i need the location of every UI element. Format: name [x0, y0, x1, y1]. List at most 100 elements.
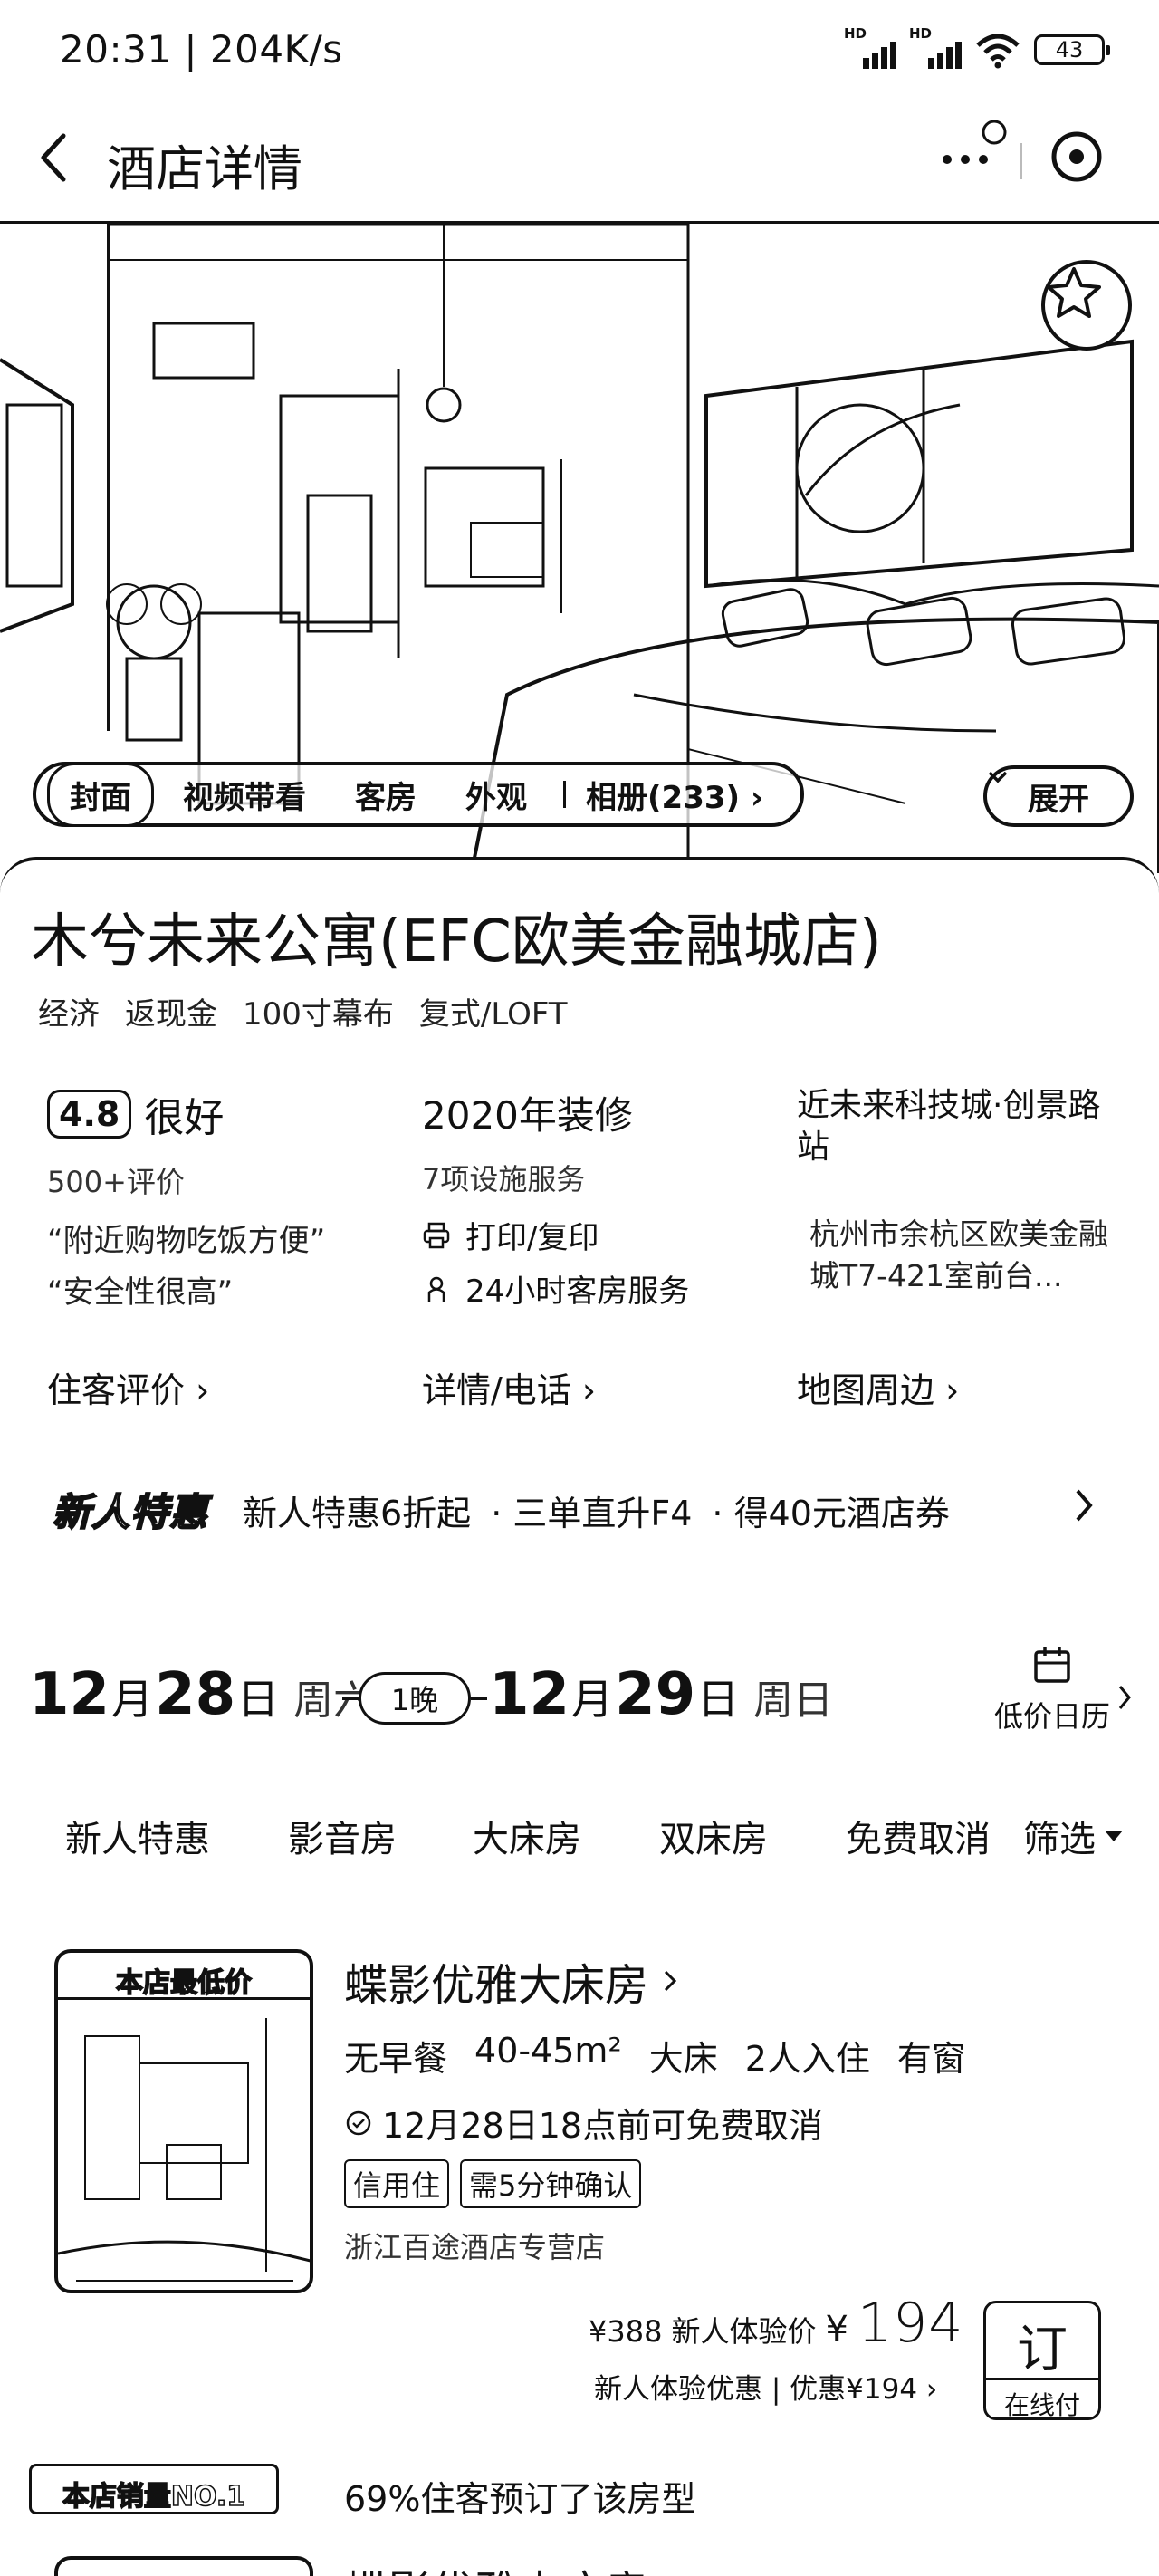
facility-item: 打印/复印: [422, 1213, 748, 1257]
rating-word: 很好: [144, 1095, 225, 1141]
battery-icon: 43: [1034, 34, 1110, 65]
tag: 经济: [38, 996, 100, 1033]
checkout-day: 29: [615, 1661, 696, 1728]
reviews-column[interactable]: 4.8 很好 500+评价 “附近购物吃饭方便” “安全性很高”: [47, 1085, 373, 1312]
pay-online-label: 在线付: [986, 2378, 1098, 2417]
booking-share-text: 69%住客预订了该房型: [344, 2479, 696, 2519]
promo-items: 新人特惠6折起 · 三单直升F4 · 得40元酒店券: [243, 1485, 950, 1535]
filter-free-cancel[interactable]: 免费取消: [846, 1810, 991, 1862]
nights-badge: 1晚: [359, 1672, 471, 1725]
details-phone-link[interactable]: 详情/电话 ›: [422, 1362, 596, 1412]
nights-line: [471, 1697, 487, 1700]
facility-count: 7项设施服务: [422, 1162, 586, 1197]
checkin-day: 28: [155, 1661, 236, 1728]
gallery-tabs: 封面 视频带看 客房 外观 相册(233) ›: [33, 762, 804, 827]
room-spec: 无早餐: [344, 2039, 448, 2079]
room-chips: 信用住 需5分钟确认: [344, 2159, 642, 2208]
tab-exterior[interactable]: 外观: [445, 765, 547, 824]
status-bar: 20:31 | 204K/s HD HD 43: [0, 0, 1159, 109]
tab-album[interactable]: 相册(233) ›: [582, 765, 783, 824]
renovation-year: 2020年装修: [422, 1093, 633, 1138]
tag: 返现金: [125, 996, 217, 1033]
printer-icon: [423, 1222, 450, 1248]
currency-symbol: ¥: [825, 2309, 848, 2350]
room-photo-sketch: [58, 2018, 310, 2282]
date-selector[interactable]: 12 月 28 日 周六 1晚 12 月 29 日 周日 低价日历: [0, 1645, 1159, 1754]
page-title: 酒店详情: [107, 140, 302, 197]
low-price-calendar[interactable]: 低价日历: [980, 1645, 1125, 1735]
room-card[interactable]: 本店最低价 蝶影优雅大床房 无早餐 40-45m² 大床 2人入住 有窗 12月…: [0, 1949, 1159, 2420]
tab-cover[interactable]: 封面: [47, 762, 154, 827]
cancellation-text: 12月28日18点前可免费取消: [382, 2106, 824, 2146]
book-button[interactable]: 订 在线付: [983, 2301, 1101, 2420]
expand-gallery-button[interactable]: 展开: [983, 765, 1134, 827]
hd-label-2: HD: [909, 25, 933, 42]
promo-item: · 三单直升F4: [491, 1494, 693, 1533]
new-user-promo[interactable]: 新人特惠 新人特惠6折起 · 三单直升F4 · 得40元酒店券: [0, 1464, 1159, 1545]
room-spec: 40-45m²: [474, 2031, 622, 2071]
info-columns: 4.8 很好 500+评价 “附近购物吃饭方便” “安全性很高” 住客评价 › …: [0, 1085, 1159, 1429]
nav-divider: [1020, 143, 1022, 179]
price-label: 新人体验价: [671, 2314, 817, 2349]
filter-dropdown[interactable]: 筛选: [1023, 1810, 1123, 1862]
caret-down-icon: [1105, 1831, 1123, 1841]
calendar-icon: [1034, 1647, 1070, 1683]
room-filters: 新人特惠 影音房 大床房 双床房 免费取消 筛选: [0, 1793, 1159, 1866]
mini-program-close-icon[interactable]: [1049, 129, 1105, 185]
signal-icon: HD: [844, 25, 896, 69]
month-unit: 月: [571, 1675, 614, 1724]
promo-logo: 新人特惠: [52, 1489, 209, 1535]
day-unit: 日: [697, 1675, 740, 1724]
hotel-address: 杭州市余杭区欧美金融城T7-421室前台...: [809, 1216, 1108, 1293]
location-column[interactable]: 近未来科技城·创景路站 杭州市余杭区欧美金融城T7-421室前台...: [797, 1085, 1123, 1297]
nav-bar: 酒店详情: [0, 109, 1159, 217]
facility-label: 打印/复印: [465, 1220, 599, 1256]
filter-new-user[interactable]: 新人特惠: [65, 1810, 210, 1862]
room-image[interactable]: 本店最低价: [54, 1949, 313, 2293]
discount-note[interactable]: 新人体验优惠 | 优惠¥194 ›: [594, 2366, 937, 2407]
chevron-right-icon: [1118, 1686, 1131, 1709]
filter-king-bed[interactable]: 大床房: [473, 1810, 581, 1862]
price-row: ¥388 新人体验价 ¥ 194: [589, 2292, 963, 2355]
hotel-details: 木兮未来公寓(EFC欧美金融城店) 经济 返现金 100寸幕布 复式/LOFT …: [0, 857, 1159, 2576]
room-title-2[interactable]: 蝶影优雅大床房 ›: [344, 2556, 679, 2576]
filter-dropdown-label: 筛选: [1023, 1819, 1096, 1860]
facility-item: 24小时客房服务: [422, 1266, 748, 1311]
more-options-icon[interactable]: [938, 116, 1020, 179]
guest-reviews-link[interactable]: 住客评价 ›: [47, 1362, 209, 1412]
check-circle-icon: [346, 2110, 371, 2135]
best-seller-badge: 本店销量NO.1: [29, 2464, 279, 2514]
status-icons: HD HD 43: [844, 25, 1110, 69]
calendar-label: 低价日历: [993, 1699, 1110, 1734]
tab-rooms[interactable]: 客房: [335, 765, 436, 824]
checkout-date[interactable]: 12 月 29 日 周日: [489, 1661, 833, 1728]
hd-label: HD: [844, 25, 867, 42]
room-service-icon: [427, 1276, 445, 1302]
hotel-cover-image[interactable]: 封面 视频带看 客房 外观 相册(233) › 展开: [0, 221, 1159, 873]
room-image-2[interactable]: [54, 2556, 313, 2576]
ranking-row: 本店销量NO.1 69%住客预订了该房型: [0, 2464, 1159, 2527]
review-quote: “附近购物吃饭方便”: [47, 1223, 326, 1259]
favorite-button[interactable]: [1041, 260, 1132, 351]
map-nearby-link[interactable]: 地图周边 ›: [797, 1362, 959, 1412]
nearby-station: 近未来科技城·创景路站: [797, 1087, 1101, 1166]
checkin-month: 12: [29, 1661, 110, 1728]
tab-video-tour[interactable]: 视频带看: [163, 765, 326, 824]
review-count: 500+评价: [47, 1165, 185, 1199]
room-title-label: 蝶影优雅大床房: [344, 1960, 649, 2011]
checkin-date[interactable]: 12 月 28 日 周六: [29, 1661, 373, 1728]
gallery-divider: [563, 781, 566, 808]
filter-twin-bed[interactable]: 双床房: [659, 1810, 768, 1862]
month-unit: 月: [111, 1675, 154, 1724]
hotel-tags: 经济 返现金 100寸幕布 复式/LOFT: [38, 989, 568, 1033]
review-quote: “安全性很高”: [47, 1274, 234, 1311]
tag: 100寸幕布: [243, 996, 394, 1033]
chevron-right-icon: [1076, 1489, 1093, 1522]
cancellation-policy: 12月28日18点前可免费取消: [344, 2098, 823, 2148]
back-arrow-icon[interactable]: [33, 125, 78, 188]
signal-icon-2: HD: [909, 25, 962, 69]
filter-media-room[interactable]: 影音房: [288, 1810, 397, 1862]
room-title[interactable]: 蝶影优雅大床房: [344, 1949, 679, 2013]
room-card-2[interactable]: 蝶影优雅大床房 ›: [0, 2556, 1159, 2576]
facilities-column[interactable]: 2020年装修 7项设施服务 打印/复印 24小时客房服务: [422, 1085, 748, 1311]
